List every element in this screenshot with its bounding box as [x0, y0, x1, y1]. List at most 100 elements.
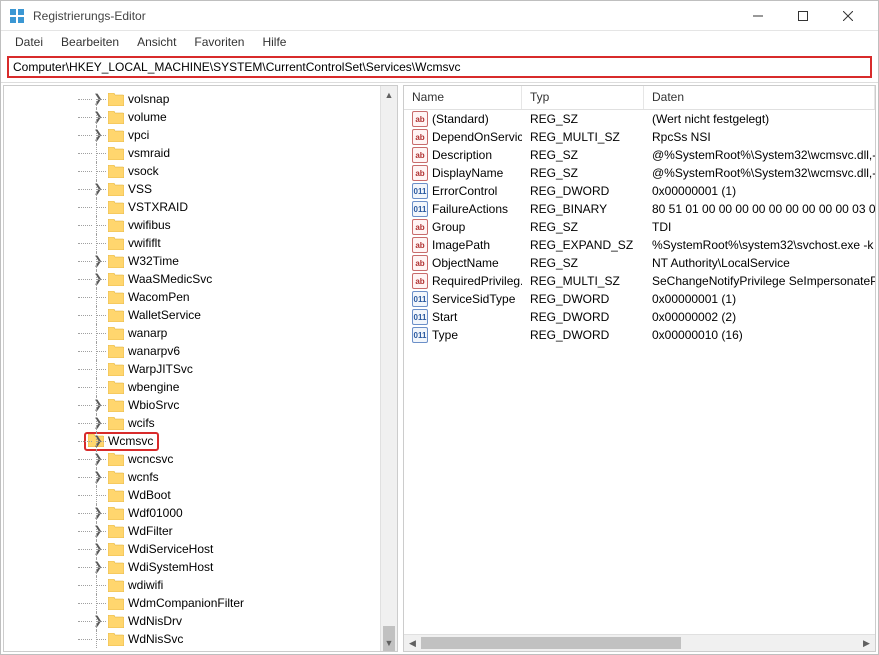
scroll-left-icon[interactable]: ◀ — [404, 635, 421, 651]
scroll-down-icon[interactable]: ▼ — [381, 634, 397, 651]
tree-item-wacompen[interactable]: WacomPen — [4, 288, 397, 306]
tree-item-wcifs[interactable]: ❯wcifs — [4, 414, 397, 432]
value-name: DependOnService — [432, 130, 522, 144]
tree-item-waasmedicsvc[interactable]: ❯WaaSMedicSvc — [4, 270, 397, 288]
value-row[interactable]: abObjectNameREG_SZNT Authority\LocalServ… — [404, 254, 875, 272]
value-data: @%SystemRoot%\System32\wcmsvc.dll,- — [644, 166, 875, 180]
value-name: DisplayName — [432, 166, 503, 180]
value-row[interactable]: abDisplayNameREG_SZ@%SystemRoot%\System3… — [404, 164, 875, 182]
value-row[interactable]: 011ServiceSidTypeREG_DWORD0x00000001 (1) — [404, 290, 875, 308]
tree-item-wcmsvc[interactable]: ❯Wcmsvc — [4, 432, 397, 450]
tree-pane: ❯volsnap❯volume❯vpcivsmraidvsock❯VSS VSTX… — [3, 85, 398, 652]
values-list[interactable]: ab(Standard)REG_SZ(Wert nicht festgelegt… — [404, 110, 875, 344]
folder-icon — [108, 471, 124, 484]
tree-item-label: WaaSMedicSvc — [128, 272, 212, 286]
close-button[interactable] — [825, 1, 870, 30]
tree-item-label: VSTXRAID — [128, 200, 188, 214]
tree-item-label: WbioSrvc — [128, 398, 179, 412]
string-value-icon: ab — [412, 273, 428, 289]
value-name: (Standard) — [432, 112, 489, 126]
folder-icon — [108, 219, 124, 232]
tree-item-wdiwifi[interactable]: wdiwifi — [4, 576, 397, 594]
value-row[interactable]: 011StartREG_DWORD0x00000002 (2) — [404, 308, 875, 326]
value-data: 0x00000010 (16) — [644, 328, 875, 342]
tree-item-label: WdmCompanionFilter — [128, 596, 244, 610]
column-name[interactable]: Name — [404, 86, 522, 109]
value-type: REG_SZ — [522, 112, 644, 126]
tree-item-vpci[interactable]: ❯vpci — [4, 126, 397, 144]
tree-item-wdnisdrv[interactable]: ❯WdNisDrv — [4, 612, 397, 630]
tree-item-w32time[interactable]: ❯W32Time — [4, 252, 397, 270]
tree-item-label: WdiServiceHost — [128, 542, 213, 556]
minimize-button[interactable] — [735, 1, 780, 30]
tree-item-wdmcompanionfilter[interactable]: WdmCompanionFilter — [4, 594, 397, 612]
tree-item-wbiosrvc[interactable]: ❯WbioSrvc — [4, 396, 397, 414]
tree-item-label: Wdf01000 — [128, 506, 183, 520]
folder-icon — [108, 399, 124, 412]
value-row[interactable]: 011ErrorControlREG_DWORD0x00000001 (1) — [404, 182, 875, 200]
tree-item-wdboot[interactable]: WdBoot — [4, 486, 397, 504]
scroll-thumb[interactable] — [421, 637, 681, 649]
folder-icon — [108, 111, 124, 124]
folder-icon — [108, 633, 124, 646]
value-row[interactable]: abImagePathREG_EXPAND_SZ%SystemRoot%\sys… — [404, 236, 875, 254]
folder-icon — [108, 201, 124, 214]
tree-item-wbengine[interactable]: wbengine — [4, 378, 397, 396]
folder-icon — [108, 453, 124, 466]
tree-item-warpjitsvc[interactable]: WarpJITSvc — [4, 360, 397, 378]
value-row[interactable]: abDescriptionREG_SZ@%SystemRoot%\System3… — [404, 146, 875, 164]
tree-item-wdf01000[interactable]: ❯Wdf01000 — [4, 504, 397, 522]
value-data: TDI — [644, 220, 875, 234]
maximize-button[interactable] — [780, 1, 825, 30]
tree-item-label: WdNisDrv — [128, 614, 182, 628]
tree-item-wdnissvc[interactable]: WdNisSvc — [4, 630, 397, 648]
tree-item-label: wcncsvc — [128, 452, 173, 466]
tree-item-vsock[interactable]: vsock — [4, 162, 397, 180]
tree-item-wdisystemhost[interactable]: ❯WdiSystemHost — [4, 558, 397, 576]
tree-item-wanarp[interactable]: wanarp — [4, 324, 397, 342]
tree-item-label: Wcmsvc — [108, 434, 153, 448]
values-hscrollbar[interactable]: ◀ ▶ — [404, 634, 875, 651]
binary-value-icon: 011 — [412, 309, 428, 325]
tree-item-wdiservicehost[interactable]: ❯WdiServiceHost — [4, 540, 397, 558]
value-row[interactable]: 011TypeREG_DWORD0x00000010 (16) — [404, 326, 875, 344]
menu-edit[interactable]: Bearbeiten — [53, 32, 127, 52]
binary-value-icon: 011 — [412, 327, 428, 343]
tree-item-vwifibus[interactable]: vwifibus — [4, 216, 397, 234]
scroll-right-icon[interactable]: ▶ — [858, 635, 875, 651]
registry-tree[interactable]: ❯volsnap❯volume❯vpcivsmraidvsock❯VSS VSTX… — [4, 86, 397, 651]
menu-favorites[interactable]: Favoriten — [186, 32, 252, 52]
value-row[interactable]: abDependOnServiceREG_MULTI_SZRpcSs NSI — [404, 128, 875, 146]
tree-item-wanarpv6[interactable]: wanarpv6 — [4, 342, 397, 360]
tree-item-volsnap[interactable]: ❯volsnap — [4, 90, 397, 108]
value-row[interactable]: abRequiredPrivileg...REG_MULTI_SZSeChang… — [404, 272, 875, 290]
folder-icon — [108, 93, 124, 106]
tree-item-vss[interactable]: ❯VSS — [4, 180, 397, 198]
scroll-up-icon[interactable]: ▲ — [381, 86, 397, 103]
value-row[interactable]: abGroupREG_SZTDI — [404, 218, 875, 236]
value-type: REG_DWORD — [522, 328, 644, 342]
value-row[interactable]: 011FailureActionsREG_BINARY80 51 01 00 0… — [404, 200, 875, 218]
tree-vscrollbar[interactable]: ▲ ▼ — [380, 86, 397, 651]
column-type[interactable]: Typ — [522, 86, 644, 109]
tree-item-label: volsnap — [128, 92, 169, 106]
tree-item-wcnfs[interactable]: ❯wcnfs — [4, 468, 397, 486]
tree-item-vsmraid[interactable]: vsmraid — [4, 144, 397, 162]
tree-item-label: vpci — [128, 128, 149, 142]
tree-item-label: WacomPen — [128, 290, 190, 304]
tree-item-vstxraid[interactable]: VSTXRAID — [4, 198, 397, 216]
menu-help[interactable]: Hilfe — [254, 32, 294, 52]
column-data[interactable]: Daten — [644, 86, 875, 109]
tree-item-wcncsvc[interactable]: ❯wcncsvc — [4, 450, 397, 468]
folder-icon — [108, 615, 124, 628]
tree-item-walletservice[interactable]: WalletService — [4, 306, 397, 324]
value-row[interactable]: ab(Standard)REG_SZ(Wert nicht festgelegt… — [404, 110, 875, 128]
tree-item-wdfilter[interactable]: ❯WdFilter — [4, 522, 397, 540]
string-value-icon: ab — [412, 129, 428, 145]
menu-view[interactable]: Ansicht — [129, 32, 184, 52]
tree-item-volume[interactable]: ❯volume — [4, 108, 397, 126]
folder-icon — [108, 525, 124, 538]
address-bar[interactable]: Computer\HKEY_LOCAL_MACHINE\SYSTEM\Curre… — [7, 56, 872, 78]
tree-item-vwififlt[interactable]: vwififlt — [4, 234, 397, 252]
menu-file[interactable]: Datei — [7, 32, 51, 52]
